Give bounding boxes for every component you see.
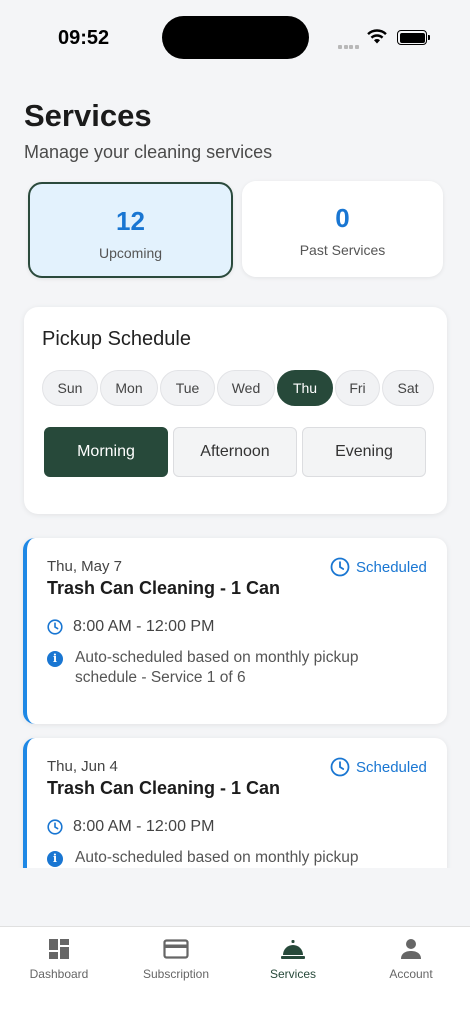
service-card[interactable]: Thu, May 7 Trash Can Cleaning - 1 Can Sc… (23, 538, 447, 724)
service-card[interactable]: Thu, Jun 4 Trash Can Cleaning - 1 Can Sc… (23, 738, 447, 868)
service-note-text: Auto-scheduled based on monthly pickup s… (75, 649, 359, 686)
service-note: i Auto-scheduled based on monthly pickup… (47, 648, 405, 688)
status-label: Scheduled (356, 558, 427, 576)
past-services-count: 0 (335, 203, 350, 233)
status-bar: 09:52 (0, 0, 470, 76)
time-option-afternoon[interactable]: Afternoon (173, 427, 297, 477)
nav-label-subscription: Subscription (142, 967, 210, 981)
day-option-mon[interactable]: Mon (100, 370, 158, 406)
past-services-stat-card[interactable]: 0 Past Services (242, 181, 443, 277)
day-option-thu[interactable]: Thu (277, 370, 333, 406)
service-note: i Auto-scheduled based on monthly pickup (47, 848, 405, 868)
nav-item-services[interactable]: Services (238, 937, 348, 981)
day-option-sun[interactable]: Sun (42, 370, 98, 406)
clock-icon (330, 557, 350, 577)
nav-label-account: Account (389, 967, 433, 981)
time-slot-selector: Morning Afternoon Evening (44, 427, 426, 477)
person-icon (401, 939, 421, 959)
battery-icon (397, 30, 430, 45)
nav-item-account[interactable]: Account (356, 937, 466, 981)
service-note-text: Auto-scheduled based on monthly pickup (75, 849, 359, 866)
day-option-fri[interactable]: Fri (335, 370, 380, 406)
page-subtitle: Manage your cleaning services (24, 142, 273, 162)
info-icon: i (47, 651, 63, 667)
pickup-schedule-card: Pickup Schedule Sun Mon Tue Wed Thu Fri … (24, 307, 447, 514)
status-label: Scheduled (356, 758, 427, 776)
service-date: Thu, Jun 4 (47, 758, 118, 775)
day-option-tue[interactable]: Tue (160, 370, 215, 406)
nav-label-dashboard: Dashboard (29, 967, 89, 981)
dynamic-island (162, 16, 309, 59)
service-time-text: 8:00 AM - 12:00 PM (73, 618, 215, 635)
status-time: 09:52 (58, 27, 110, 49)
nav-item-dashboard[interactable]: Dashboard (4, 937, 114, 981)
info-icon: i (47, 851, 63, 867)
service-time-text: 8:00 AM - 12:00 PM (73, 818, 215, 835)
status-badge: Scheduled (330, 757, 427, 777)
wifi-icon (367, 29, 387, 44)
service-title: Trash Can Cleaning - 1 Can (47, 778, 281, 798)
day-option-sat[interactable]: Sat (382, 370, 434, 406)
service-list[interactable]: Thu, May 7 Trash Can Cleaning - 1 Can Sc… (0, 520, 470, 868)
service-time: 8:00 AM - 12:00 PM (47, 618, 214, 636)
status-badge: Scheduled (330, 557, 427, 577)
service-time: 8:00 AM - 12:00 PM (47, 818, 214, 836)
service-bell-icon (281, 940, 305, 959)
upcoming-stat-card[interactable]: 12 Upcoming (28, 182, 233, 278)
day-selector: Sun Mon Tue Wed Thu Fri Sat (42, 370, 434, 406)
clock-icon (47, 619, 63, 635)
past-services-label: Past Services (299, 242, 386, 258)
upcoming-count: 12 (116, 206, 145, 236)
credit-card-icon (163, 939, 189, 959)
time-option-evening[interactable]: Evening (302, 427, 426, 477)
service-title: Trash Can Cleaning - 1 Can (47, 578, 281, 598)
clock-icon (330, 757, 350, 777)
dashboard-icon (49, 939, 69, 959)
pickup-schedule-title: Pickup Schedule (42, 328, 191, 350)
cellular-signal-icon (338, 36, 360, 49)
bottom-nav: Dashboard Subscription Services Account (0, 926, 470, 1024)
time-option-morning[interactable]: Morning (44, 427, 168, 477)
nav-label-services: Services (269, 967, 316, 981)
day-option-wed[interactable]: Wed (217, 370, 275, 406)
nav-item-subscription[interactable]: Subscription (121, 937, 231, 981)
service-date: Thu, May 7 (47, 558, 123, 575)
upcoming-label: Upcoming (98, 245, 163, 261)
page-title: Services (24, 98, 152, 133)
clock-icon (47, 819, 63, 835)
